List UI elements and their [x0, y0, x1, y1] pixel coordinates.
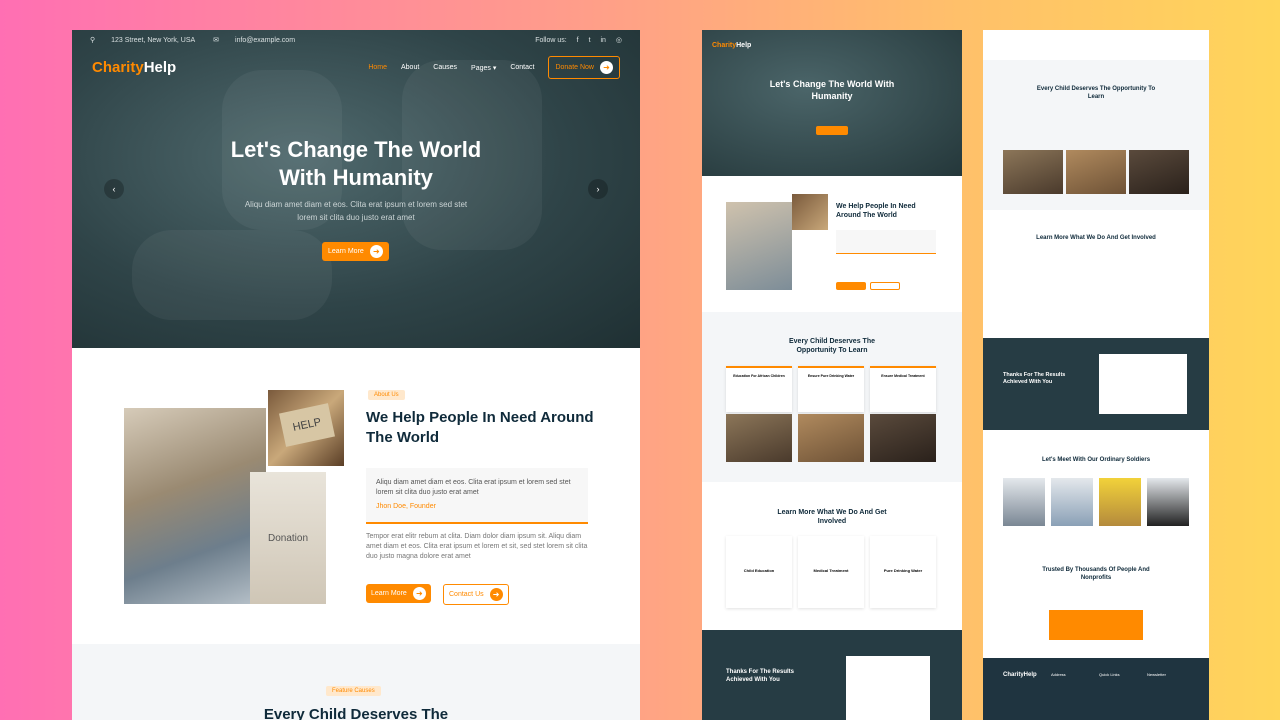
mid-help-image: [792, 194, 828, 230]
about-title: We Help People In Need Around The World: [366, 409, 594, 446]
about-text: Tempor erat elitr rebum at clita. Diam d…: [366, 533, 588, 560]
mid-service-card-2[interactable]: Medical Treatment: [798, 536, 864, 608]
team-member-1: [1003, 478, 1045, 526]
mid-service-card-1[interactable]: Child Education: [726, 536, 792, 608]
mid-about-title: We Help People In Need Around The World: [836, 203, 916, 219]
main-preview-panel: ⚲ 123 Street, New York, USA ✉ info@example…: [72, 30, 640, 720]
arrow-right-icon: ➜: [412, 587, 426, 600]
arrow-right-icon: ➜: [600, 61, 613, 74]
mid-quote: [836, 230, 936, 254]
mid-cause-image-2: [798, 414, 864, 462]
nav-pages[interactable]: Pages ▾: [471, 64, 496, 72]
volunteers-image: [124, 408, 266, 604]
hero-title: Let's Change The World With Humanity: [230, 137, 482, 190]
right-cause-image-2: [1066, 150, 1126, 194]
right-cause-image-1: [1003, 150, 1063, 194]
linkedin-icon[interactable]: in: [600, 37, 605, 44]
right-footer: CharityHelp Address Quick Links Newslett…: [983, 658, 1209, 720]
mid-cause-card-3[interactable]: Ensure Medical Treatment: [870, 366, 936, 412]
nav-home[interactable]: Home: [368, 64, 387, 71]
team-member-3: [1099, 478, 1141, 526]
contact-us-button[interactable]: Contact Us ➜: [443, 584, 509, 605]
mid-hero-button[interactable]: [816, 126, 848, 135]
twitter-icon[interactable]: t: [589, 37, 591, 44]
feature-title: Every Child Deserves The: [263, 706, 449, 720]
facebook-icon[interactable]: f: [577, 37, 579, 44]
mid-cause-image-1: [726, 414, 792, 462]
help-sign-image: HELP: [266, 388, 346, 468]
feature-tag: Feature Causes: [326, 686, 381, 696]
nav-contact[interactable]: Contact: [510, 64, 534, 71]
quote-box: Aliqu diam amet diam et eos. Clita erat …: [366, 468, 588, 524]
mid-hero-title: Let's Change The World With Humanity: [769, 79, 895, 101]
right-preview-panel: Every Child Deserves The Opportunity To …: [983, 30, 1209, 720]
nav-about[interactable]: About: [401, 64, 419, 71]
donation-box-image: Donation: [250, 472, 326, 604]
arrow-right-icon: ➜: [489, 588, 503, 601]
donate-button[interactable]: Donate Now ➜: [548, 56, 620, 79]
mid-learn-title: Learn More What We Do And Get Involved: [777, 509, 887, 525]
hero-learn-more-button[interactable]: Learn More ➜: [322, 242, 389, 261]
mail-icon: ✉: [213, 37, 220, 44]
right-causes-title: Every Child Deserves The Opportunity To …: [1036, 86, 1156, 100]
team-member-2: [1051, 478, 1093, 526]
nav-causes[interactable]: Causes: [433, 64, 457, 71]
logo[interactable]: CharityHelp: [92, 59, 176, 76]
follow-label: Follow us:: [535, 37, 567, 44]
testimonial-card: [1049, 610, 1143, 640]
right-learn-title: Learn More What We Do And Get Involved: [1036, 235, 1156, 241]
mid-thanks-section: Thanks For The Results Achieved With You: [702, 630, 962, 720]
mid-about-image: [726, 202, 792, 290]
team-member-4: [1147, 478, 1189, 526]
mid-hero: CharityHelp Let's Change The World With …: [702, 30, 962, 176]
hero-section: ⚲ 123 Street, New York, USA ✉ info@example…: [72, 30, 640, 348]
arrow-right-icon: ➜: [369, 245, 383, 258]
about-learn-more-button[interactable]: Learn More ➜: [366, 584, 431, 603]
hero-subtitle: Aliqu diam amet diam et eos. Clita erat …: [244, 200, 468, 222]
right-trusted-title: Trusted By Thousands Of People And Nonpr…: [1042, 567, 1150, 581]
mid-causes-title: Every Child Deserves The Opportunity To …: [789, 338, 875, 354]
top-bar: ⚲ 123 Street, New York, USA ✉ info@example…: [90, 36, 622, 44]
mid-cause-image-3: [870, 414, 936, 462]
mid-cause-card-2[interactable]: Ensure Pure Drinking Water: [798, 366, 864, 412]
right-cause-image-3: [1129, 150, 1189, 194]
right-thanks-section: Thanks For The Results Achieved With You: [983, 338, 1209, 430]
address-text: 123 Street, New York, USA: [111, 37, 196, 44]
right-team-title: Let's Meet With Our Ordinary Soldiers: [1041, 457, 1151, 463]
mid-cause-card-1[interactable]: Education For African Children: [726, 366, 792, 412]
navbar: CharityHelp Home About Causes Pages ▾ Co…: [92, 56, 620, 79]
about-tag: About Us: [368, 390, 405, 400]
email-text: info@example.com: [235, 37, 296, 44]
instagram-icon[interactable]: ◎: [616, 37, 622, 44]
quote-author: Jhon Doe, Founder: [376, 503, 436, 510]
mid-learn-button[interactable]: [836, 282, 866, 290]
mid-service-card-3[interactable]: Pure Drinking Water: [870, 536, 936, 608]
mid-contact-button[interactable]: [870, 282, 900, 290]
location-icon: ⚲: [90, 37, 96, 44]
mid-preview-panel: CharityHelp Let's Change The World With …: [702, 30, 962, 720]
